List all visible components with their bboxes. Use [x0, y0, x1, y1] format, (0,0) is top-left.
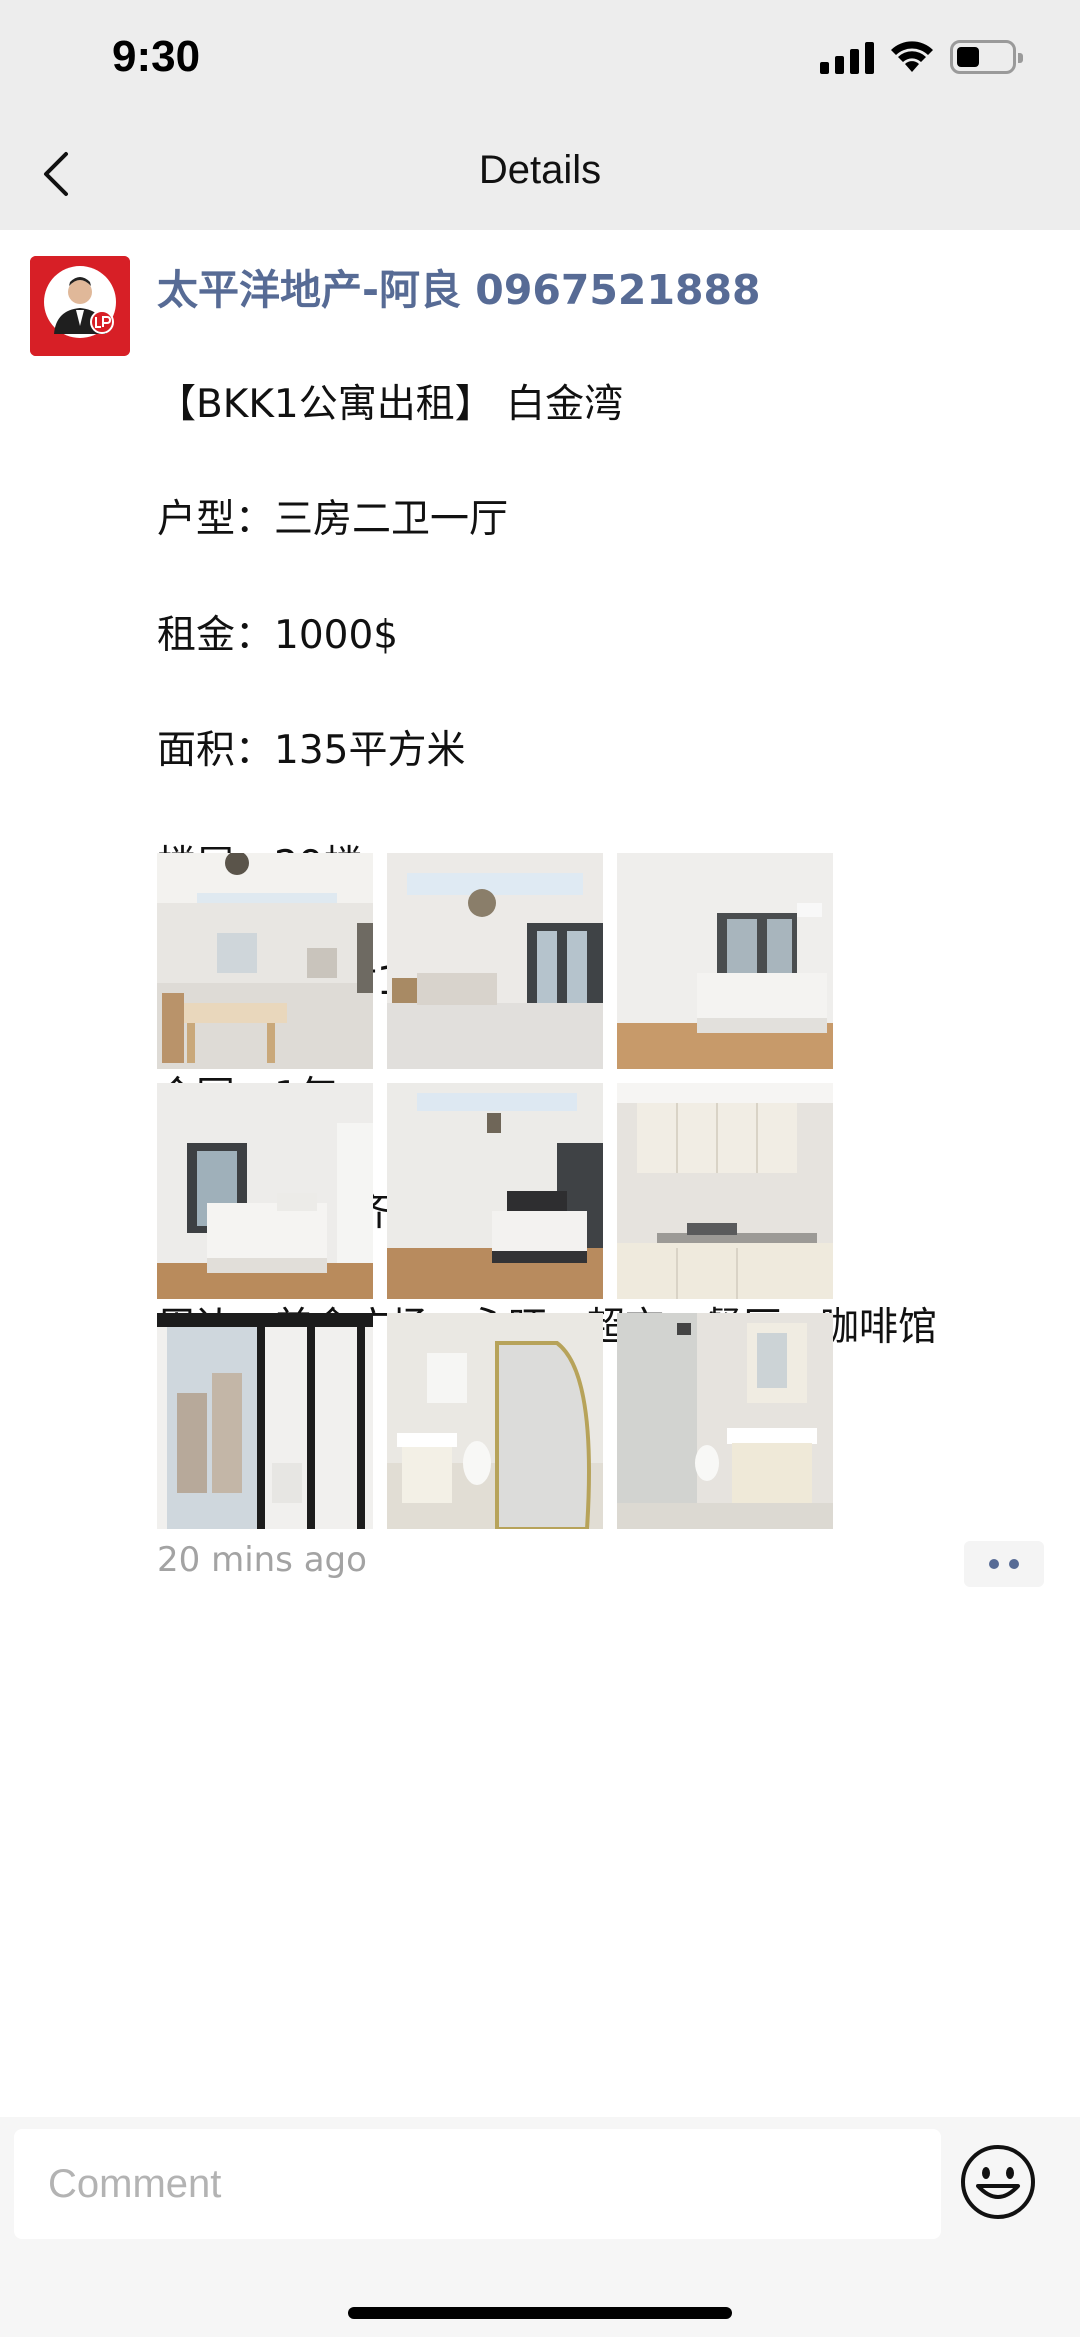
battery-icon	[950, 40, 1023, 74]
dot-icon	[989, 1559, 999, 1569]
signal-icon	[820, 40, 874, 74]
photo-thumbnail[interactable]	[387, 853, 603, 1069]
photo-thumbnail[interactable]	[157, 1083, 373, 1299]
post-line: 【BKK1公寓出租】 白金湾	[157, 381, 624, 427]
photo-thumbnail[interactable]	[157, 853, 373, 1069]
smiley-icon	[961, 2145, 1035, 2219]
emoji-button[interactable]	[958, 2142, 1038, 2222]
post-line: 户型：三房二卫一厅	[157, 497, 509, 543]
top-bar: 9:30 Details	[0, 0, 1080, 230]
status-time: 9:30	[112, 32, 201, 81]
photo-thumbnail[interactable]	[387, 1083, 603, 1299]
avatar-image	[30, 256, 130, 356]
post-line: 面积：135平方米	[157, 727, 466, 773]
post-line: 租金：1000$	[157, 612, 399, 658]
comment-bar	[0, 2117, 1080, 2337]
dot-icon	[1009, 1559, 1019, 1569]
status-icons	[820, 40, 1023, 74]
photo-thumbnail[interactable]	[617, 1083, 833, 1299]
photo-thumbnail[interactable]	[387, 1313, 603, 1529]
wifi-icon	[891, 41, 933, 72]
post-time: 20 mins ago	[157, 1540, 367, 1580]
page-title: Details	[478, 148, 602, 192]
avatar[interactable]	[30, 256, 130, 356]
more-actions-button[interactable]	[964, 1541, 1044, 1587]
author-name[interactable]: 太平洋地产-阿良 0967521888	[157, 256, 761, 316]
photo-thumbnail[interactable]	[617, 853, 833, 1069]
photo-thumbnail[interactable]	[617, 1313, 833, 1529]
home-indicator	[348, 2307, 732, 2319]
photo-thumbnail[interactable]	[157, 1313, 373, 1529]
photo-grid	[157, 853, 833, 1529]
comment-input[interactable]	[14, 2129, 941, 2239]
